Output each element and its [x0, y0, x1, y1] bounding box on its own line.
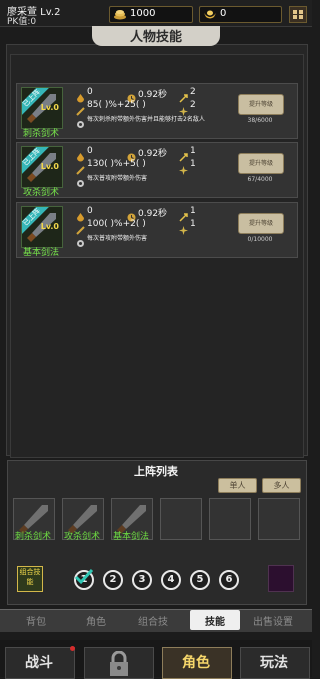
notification-dot — [70, 646, 75, 651]
skill-progress: 0/10000 — [247, 236, 273, 243]
target-icon — [179, 101, 188, 116]
combo-skill-button[interactable]: 组合技能 — [17, 566, 43, 592]
damage-sword-icon — [76, 220, 85, 235]
preset-6-button[interactable]: 6 — [219, 570, 239, 590]
upgrade-button[interactable]: 提升等级 — [238, 213, 284, 234]
nav-locked-button[interactable] — [84, 647, 154, 679]
skill-hit-count: 1 — [190, 206, 196, 216]
cooldown-clock-icon — [127, 88, 136, 103]
gold-icon — [113, 9, 127, 20]
panel-title: 人物技能 — [129, 30, 182, 45]
tab-sell-settings[interactable]: 出售设置 — [253, 613, 293, 628]
single-mode-button[interactable]: 单人 — [218, 478, 257, 493]
skill-desc: 每次普攻附带额外伤害 — [87, 235, 148, 242]
cooldown-clock-icon — [127, 147, 136, 162]
skill-mp: 0 — [87, 87, 93, 97]
preset-2-button[interactable]: 2 — [103, 570, 123, 590]
hit-count-icon — [179, 147, 188, 162]
effect-gear-icon — [76, 114, 85, 128]
skill-cooldown: 0.92秒 — [138, 209, 168, 219]
sword-icon: 已上阵 Lv.0 — [21, 87, 63, 129]
nav-battle-label: 战斗 — [25, 655, 53, 671]
lineup-slot-5[interactable] — [209, 498, 251, 540]
skill-hit-count: 2 — [190, 87, 196, 97]
effect-gear-icon — [76, 233, 85, 247]
skill-level: Lv.0 — [40, 103, 59, 112]
preset-5-button[interactable]: 5 — [190, 570, 210, 590]
skill-targets: 1 — [190, 159, 196, 169]
skill-progress: 38/6000 — [247, 117, 273, 124]
checkmark-icon — [74, 568, 94, 585]
skill-damage: 130( )%+5( ) — [87, 159, 146, 169]
cooldown-clock-icon — [127, 207, 136, 222]
target-icon — [179, 220, 188, 235]
lineup-slot-label: 攻杀剑术 — [63, 532, 100, 542]
skill-level: Lv.0 — [40, 162, 59, 171]
damage-sword-icon — [76, 101, 85, 116]
mp-drop-icon — [76, 207, 85, 222]
lineup-slot-label: 基本剑法 — [112, 532, 149, 542]
tab-character[interactable]: 角色 — [86, 613, 106, 628]
skill-card[interactable]: 已上阵 Lv.0 刺杀剑术 0 0.92秒 2 85( )%+25( ) 2 每… — [16, 83, 298, 139]
skill-mp: 0 — [87, 206, 93, 216]
gold-display: 1000 — [109, 6, 193, 23]
upgrade-button[interactable]: 提升等级 — [238, 153, 284, 174]
lineup-title: 上阵列表 — [134, 465, 178, 478]
ingot-display: 0 — [199, 6, 282, 23]
sword-icon: 已上阵 Lv.0 — [21, 146, 63, 188]
skill-name: 攻杀剑术 — [22, 188, 59, 198]
sword-icon: 已上阵 Lv.0 — [21, 206, 63, 248]
upgrade-button[interactable]: 提升等级 — [238, 94, 284, 115]
skill-targets: 2 — [190, 100, 196, 110]
menu-grid-icon[interactable] — [289, 6, 307, 23]
skill-desc: 每次普攻附带额外伤害 — [87, 175, 148, 182]
top-bar: 廖采萱 Lv.2 PK值:0 1000 0 — [0, 0, 312, 27]
skill-cooldown: 0.92秒 — [138, 90, 168, 100]
special-slot[interactable] — [268, 565, 294, 592]
skill-level: Lv.0 — [40, 222, 59, 231]
tab-skills[interactable]: 技能 — [190, 613, 240, 628]
skill-damage: 85( )%+25( ) — [87, 100, 146, 110]
skill-cooldown: 0.92秒 — [138, 149, 168, 159]
lineup-slot-4[interactable] — [160, 498, 202, 540]
multi-mode-button[interactable]: 多人 — [262, 478, 301, 493]
tab-combo[interactable]: 组合技 — [138, 613, 168, 628]
lineup-slot-6[interactable] — [258, 498, 300, 540]
hit-count-icon — [179, 207, 188, 222]
preset-4-button[interactable]: 4 — [161, 570, 181, 590]
skill-desc: 每次刺杀附带额外伤害并且能够打击2名敌人 — [87, 116, 205, 123]
skill-targets: 1 — [190, 219, 196, 229]
skill-mp: 0 — [87, 146, 93, 156]
ingot-icon — [203, 9, 217, 20]
skill-hit-count: 1 — [190, 146, 196, 156]
player-pk: PK值:0 — [7, 17, 37, 27]
mp-drop-icon — [76, 88, 85, 103]
tab-bag[interactable]: 背包 — [26, 613, 46, 628]
gold-value: 1000 — [130, 8, 156, 19]
lineup-slot-label: 刺杀剑术 — [14, 532, 51, 542]
skill-name: 基本剑法 — [22, 248, 59, 258]
nav-character-label: 角色 — [182, 655, 210, 671]
skill-name: 刺杀剑术 — [22, 129, 59, 139]
damage-sword-icon — [76, 160, 85, 175]
hit-count-icon — [179, 88, 188, 103]
skill-card[interactable]: 已上阵 Lv.0 基本剑法 0 0.92秒 1 100( )%+2( ) 1 每… — [16, 202, 298, 258]
skill-progress: 67/4000 — [247, 176, 273, 183]
lock-icon — [110, 651, 128, 676]
skill-damage: 100( )%+2( ) — [87, 219, 146, 229]
skill-card[interactable]: 已上阵 Lv.0 攻杀剑术 0 0.92秒 1 130( )%+5( ) 1 每… — [16, 142, 298, 198]
preset-3-button[interactable]: 3 — [132, 570, 152, 590]
mp-drop-icon — [76, 147, 85, 162]
nav-gameplay-label: 玩法 — [260, 655, 288, 671]
effect-gear-icon — [76, 173, 85, 187]
ingot-value: 0 — [220, 8, 227, 19]
target-icon — [179, 160, 188, 175]
